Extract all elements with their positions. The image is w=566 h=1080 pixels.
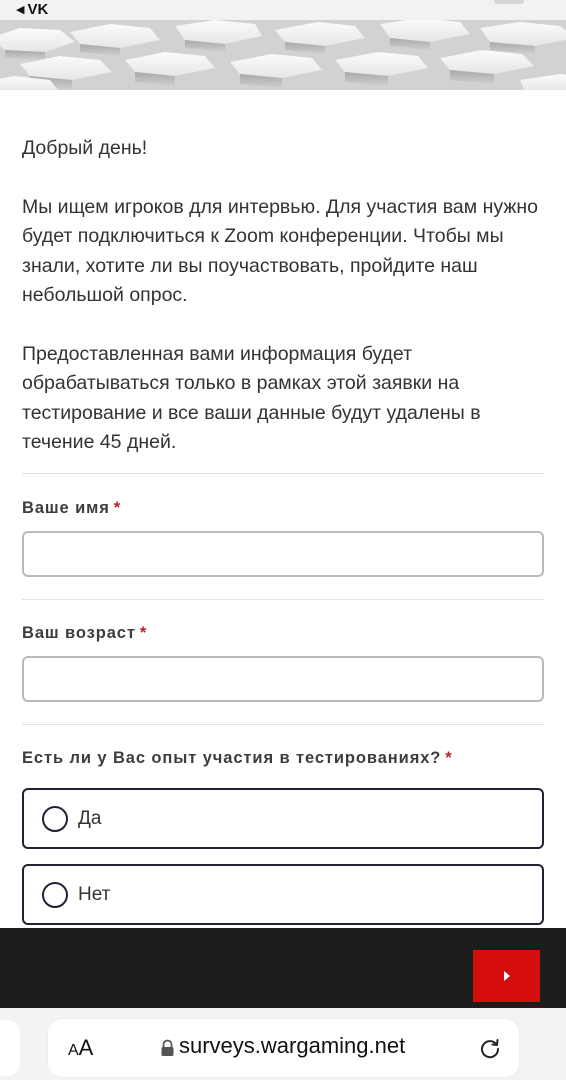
play-arrow-icon — [503, 971, 510, 981]
age-input[interactable] — [22, 656, 544, 702]
survey-form: Добрый день! Мы ищем игроков для интервь… — [0, 90, 566, 928]
intro-paragraph-privacy: Предоставленная вами информация будет об… — [22, 342, 481, 454]
radio-option-yes[interactable]: Да — [22, 788, 544, 849]
status-bar: ◀ VK — [0, 0, 566, 20]
radio-option-label: Нет — [78, 883, 111, 905]
back-to-app-button[interactable]: ◀ VK — [16, 1, 48, 18]
reload-icon[interactable] — [477, 1035, 503, 1061]
name-field-label: Ваше имя * — [22, 499, 122, 517]
back-app-label: VK — [27, 1, 49, 18]
experience-question-label: Есть ли у Вас опыт участия в тестировани… — [22, 749, 453, 767]
radio-circle-icon[interactable] — [42, 881, 68, 908]
required-marker: * — [139, 624, 148, 642]
form-footer — [0, 928, 566, 1008]
radio-option-no[interactable]: Нет — [22, 864, 544, 925]
url-display[interactable]: surveys.wargaming.net — [160, 1033, 405, 1059]
status-indicator — [494, 0, 524, 4]
text-size-button[interactable]: AA — [68, 1035, 93, 1061]
age-field-label: Ваш возраст * — [22, 624, 148, 642]
browser-toolbar: AA surveys.wargaming.net — [0, 1008, 566, 1080]
previous-tab-preview[interactable] — [0, 1020, 20, 1076]
radio-option-label: Да — [78, 807, 102, 829]
radio-circle-icon[interactable] — [42, 805, 68, 832]
section-divider — [22, 724, 544, 725]
address-bar[interactable]: AA surveys.wargaming.net — [48, 1019, 519, 1077]
next-button[interactable] — [473, 950, 540, 1002]
back-arrow-icon: ◀ — [16, 4, 25, 16]
section-divider — [22, 599, 544, 600]
intro-text: Добрый день! Мы ищем игроков для интервь… — [22, 134, 544, 458]
section-divider — [22, 473, 544, 474]
name-input[interactable] — [22, 531, 544, 577]
greeting-text: Добрый день! — [22, 137, 148, 159]
required-marker: * — [445, 749, 453, 767]
header-banner-image — [0, 20, 566, 90]
url-text: surveys.wargaming.net — [179, 1033, 406, 1058]
lock-icon — [160, 1037, 175, 1056]
intro-paragraph-interview: Мы ищем игроков для интервью. Для участи… — [22, 195, 538, 307]
required-marker: * — [113, 499, 122, 517]
